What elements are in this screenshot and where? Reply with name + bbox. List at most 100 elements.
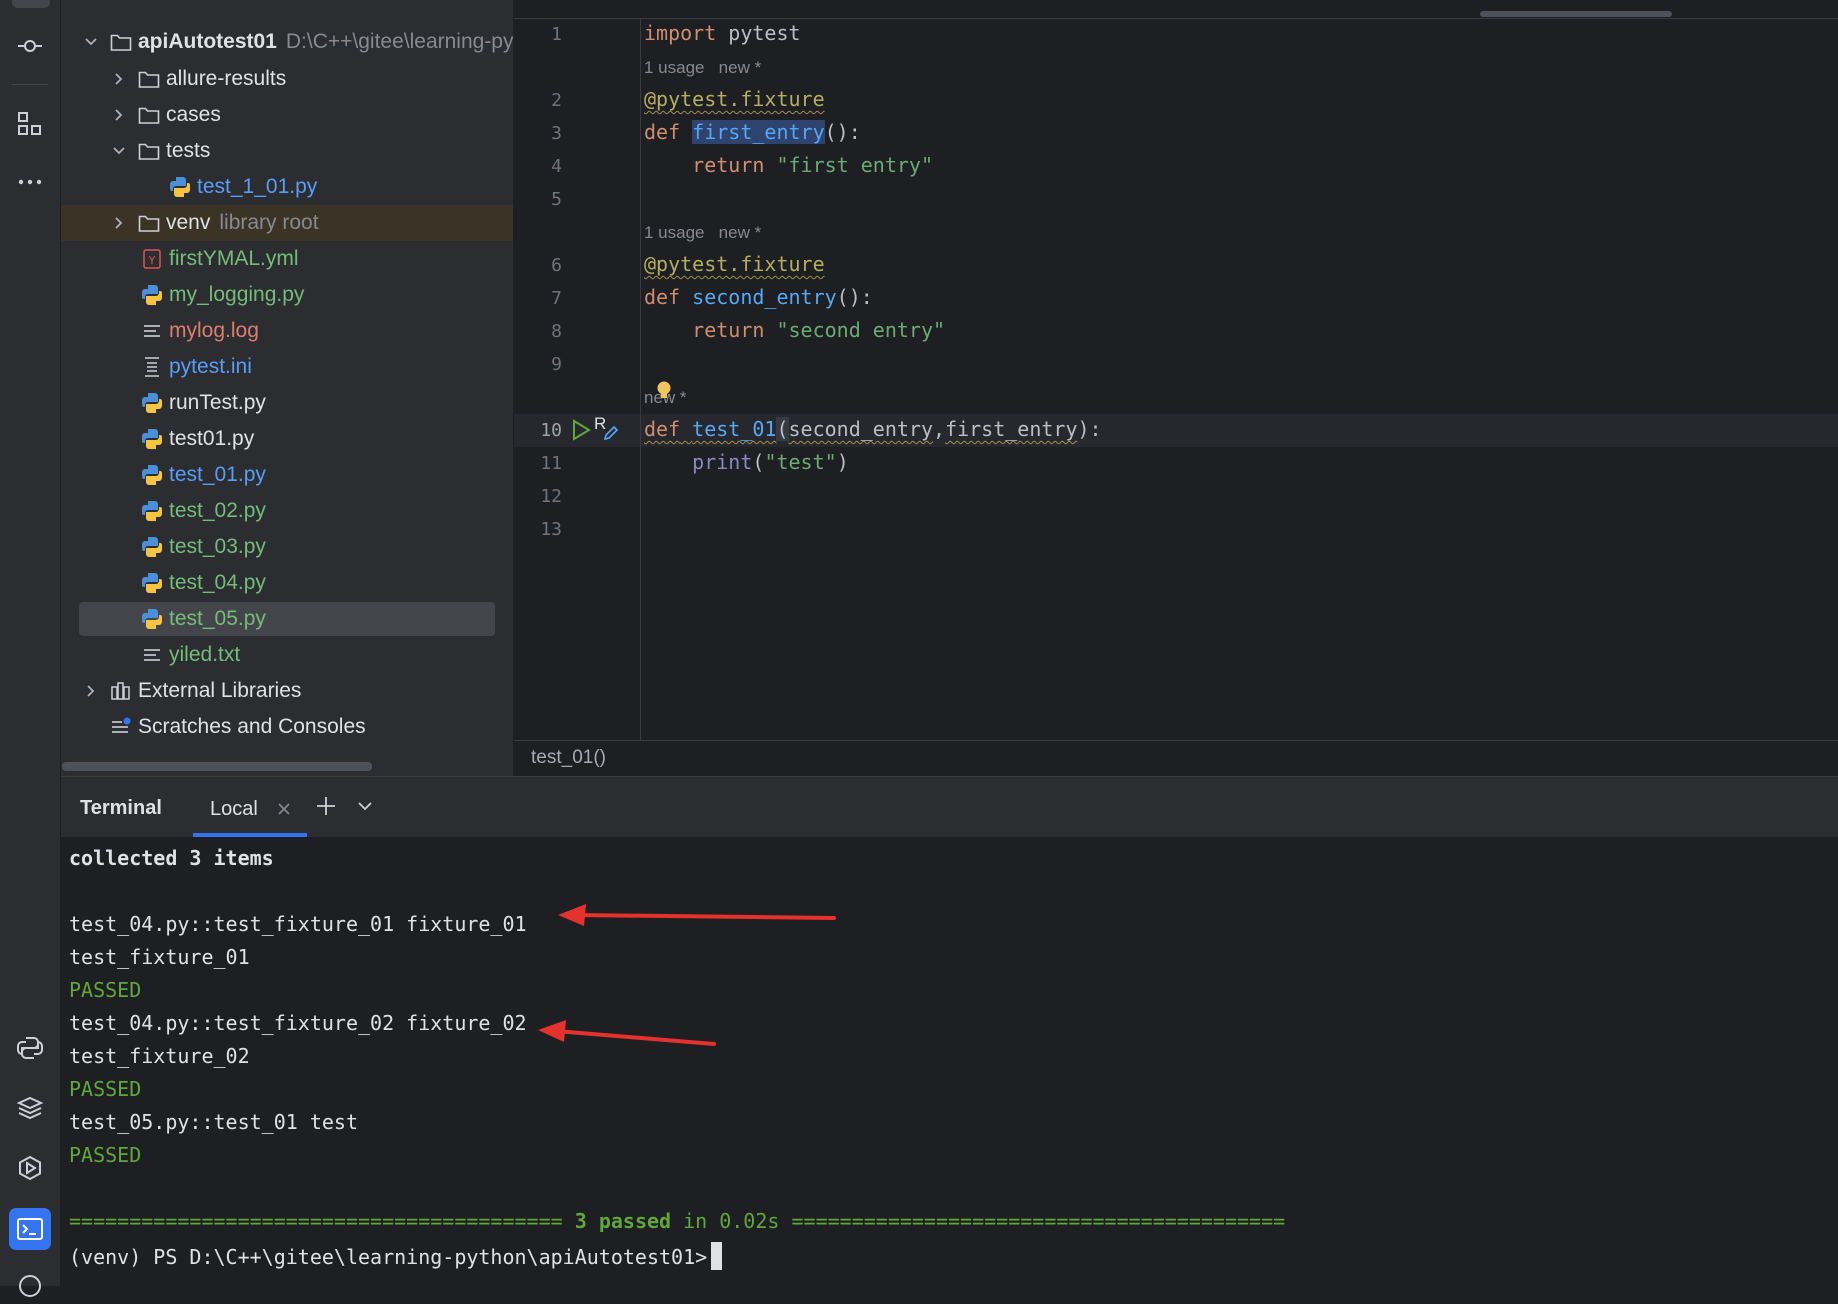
tree-item-yiled[interactable]: yiled.txt <box>61 637 513 673</box>
tree-item-test-05[interactable]: test_05.py <box>61 601 513 637</box>
code-line-8: return "second entry" <box>644 318 945 342</box>
services-icon[interactable] <box>12 1150 48 1186</box>
code-token: "first entry" <box>776 153 934 177</box>
python-file-icon <box>168 175 192 199</box>
tree-item-label: test_03.py <box>169 535 266 558</box>
commit-icon[interactable] <box>12 28 48 64</box>
python-file-icon <box>140 463 164 487</box>
python-packages-icon[interactable] <box>12 1090 48 1126</box>
tree-item-project-root[interactable]: apiAutotest01 D:\C++\gitee\learning-py <box>61 24 513 60</box>
code-token: print <box>692 450 753 474</box>
python-console-icon[interactable] <box>12 1030 48 1066</box>
tree-item-label: cases <box>166 103 221 126</box>
code-token: import <box>644 21 717 45</box>
code-token: test_01 <box>692 417 777 441</box>
chevron-down-icon[interactable] <box>356 799 374 818</box>
code-token: (): <box>836 285 873 309</box>
terminal-output-line: PASSED <box>69 1077 142 1101</box>
line-number: 8 <box>551 321 562 342</box>
code-line-6: @pytest.fixture <box>644 252 825 276</box>
tree-item-firstymal[interactable]: Y firstYMAL.yml <box>61 241 513 277</box>
code-token: ) <box>836 450 849 474</box>
usage-inlay-2[interactable]: 1 usage new * <box>644 223 761 243</box>
author-hint: new * <box>718 58 762 77</box>
chevron-down-icon[interactable] <box>109 144 129 158</box>
terminal-output-line: PASSED <box>69 978 142 1002</box>
lightbulb-icon[interactable] <box>656 380 672 402</box>
python-file-icon <box>140 391 164 415</box>
terminal-output-line: PASSED <box>69 1143 142 1167</box>
terminal-tab-bar: Terminal Local <box>61 777 1838 837</box>
folder-icon <box>137 211 161 235</box>
usage-count[interactable]: 1 usage <box>644 58 705 77</box>
chevron-right-icon[interactable] <box>81 684 101 698</box>
tree-item-label: firstYMAL.yml <box>169 247 299 270</box>
tree-item-cases[interactable]: cases <box>61 97 513 133</box>
python-file-icon <box>140 571 164 595</box>
plus-icon[interactable] <box>315 795 337 822</box>
project-tool-window: apiAutotest01 D:\C++\gitee\learning-py a… <box>61 0 513 776</box>
usage-inlay-1[interactable]: 1 usage new * <box>644 58 761 78</box>
terminal-title: Terminal <box>80 797 162 819</box>
breadcrumb-item[interactable]: test_01() <box>531 747 606 769</box>
code-token: "second entry" <box>776 318 946 342</box>
line-number: 7 <box>551 288 562 309</box>
chevron-right-icon[interactable] <box>109 216 129 230</box>
tree-item-test-02[interactable]: test_02.py <box>61 493 513 529</box>
line-number: 12 <box>540 486 562 507</box>
code-line-1: import pytest <box>644 21 801 45</box>
tree-item-label: pytest.ini <box>169 355 252 378</box>
tree-item-allure-results[interactable]: allure-results <box>61 61 513 97</box>
tree-item-tests[interactable]: tests <box>61 133 513 169</box>
tree-item-label: my_logging.py <box>169 283 305 306</box>
terminal-icon[interactable] <box>9 1208 51 1250</box>
chevron-down-icon[interactable] <box>81 35 101 49</box>
chevron-right-icon[interactable] <box>109 108 129 122</box>
run-gutter-icon[interactable] <box>570 418 594 442</box>
gutter-divider <box>640 18 641 740</box>
terminal-prompt-line[interactable]: (venv) PS D:\C++\gitee\learning-python\a… <box>69 1242 723 1270</box>
line-number: 4 <box>551 156 562 177</box>
more-tools-icon[interactable] <box>12 164 48 200</box>
tree-item-scratches[interactable]: Scratches and Consoles <box>61 709 513 745</box>
code-token: def <box>644 285 681 309</box>
python-file-icon <box>140 499 164 523</box>
tree-item-pytest-ini[interactable]: pytest.ini <box>61 349 513 385</box>
tree-item-test01[interactable]: test01.py <box>61 421 513 457</box>
tree-item-external-libraries[interactable]: External Libraries <box>61 673 513 709</box>
code-token: (): <box>824 120 861 144</box>
usage-count[interactable]: 1 usage <box>644 223 705 242</box>
project-root-name: apiAutotest01 <box>138 30 277 53</box>
library-icon <box>109 679 133 703</box>
editor-horizontal-scrollbar[interactable] <box>1480 11 1672 17</box>
line-number: 3 <box>551 123 562 144</box>
tree-item-my-logging[interactable]: my_logging.py <box>61 277 513 313</box>
library-root-label: library root <box>219 211 319 234</box>
edit-gutter-icon[interactable] <box>602 424 622 444</box>
tree-item-mylog[interactable]: mylog.log <box>61 313 513 349</box>
tab-local[interactable]: Local <box>193 777 307 837</box>
project-root-path: D:\C++\gitee\learning-py <box>285 30 513 53</box>
tree-item-test-1-01[interactable]: test_1_01.py <box>61 169 513 205</box>
tree-item-label: test_04.py <box>169 571 266 594</box>
structure-icon[interactable] <box>12 106 48 142</box>
active-tool-indicator <box>12 0 50 8</box>
tree-item-test-04[interactable]: test_04.py <box>61 565 513 601</box>
code-editor[interactable]: 1 2 3 4 5 6 7 8 9 10 11 12 13 R import p… <box>514 0 1838 740</box>
problems-icon[interactable] <box>12 1268 48 1304</box>
line-number: 1 <box>551 24 562 45</box>
terminal-tool-window: Terminal Local collected 3 items test_04… <box>61 776 1838 1287</box>
text-file-icon <box>140 643 164 667</box>
project-horizontal-scrollbar[interactable] <box>62 762 372 771</box>
chevron-right-icon[interactable] <box>109 72 129 86</box>
code-token: second_entry <box>692 285 837 309</box>
tree-item-test-03[interactable]: test_03.py <box>61 529 513 565</box>
tree-item-venv[interactable]: venv library root <box>61 205 513 241</box>
tree-item-label: test_01.py <box>169 463 266 486</box>
code-line-4: return "first entry" <box>644 153 933 177</box>
tree-item-runtest[interactable]: runTest.py <box>61 385 513 421</box>
python-file-icon <box>140 283 164 307</box>
close-icon[interactable] <box>277 802 291 821</box>
tree-item-test-01[interactable]: test_01.py <box>61 457 513 493</box>
terminal-output-line: collected 3 items <box>69 846 274 870</box>
